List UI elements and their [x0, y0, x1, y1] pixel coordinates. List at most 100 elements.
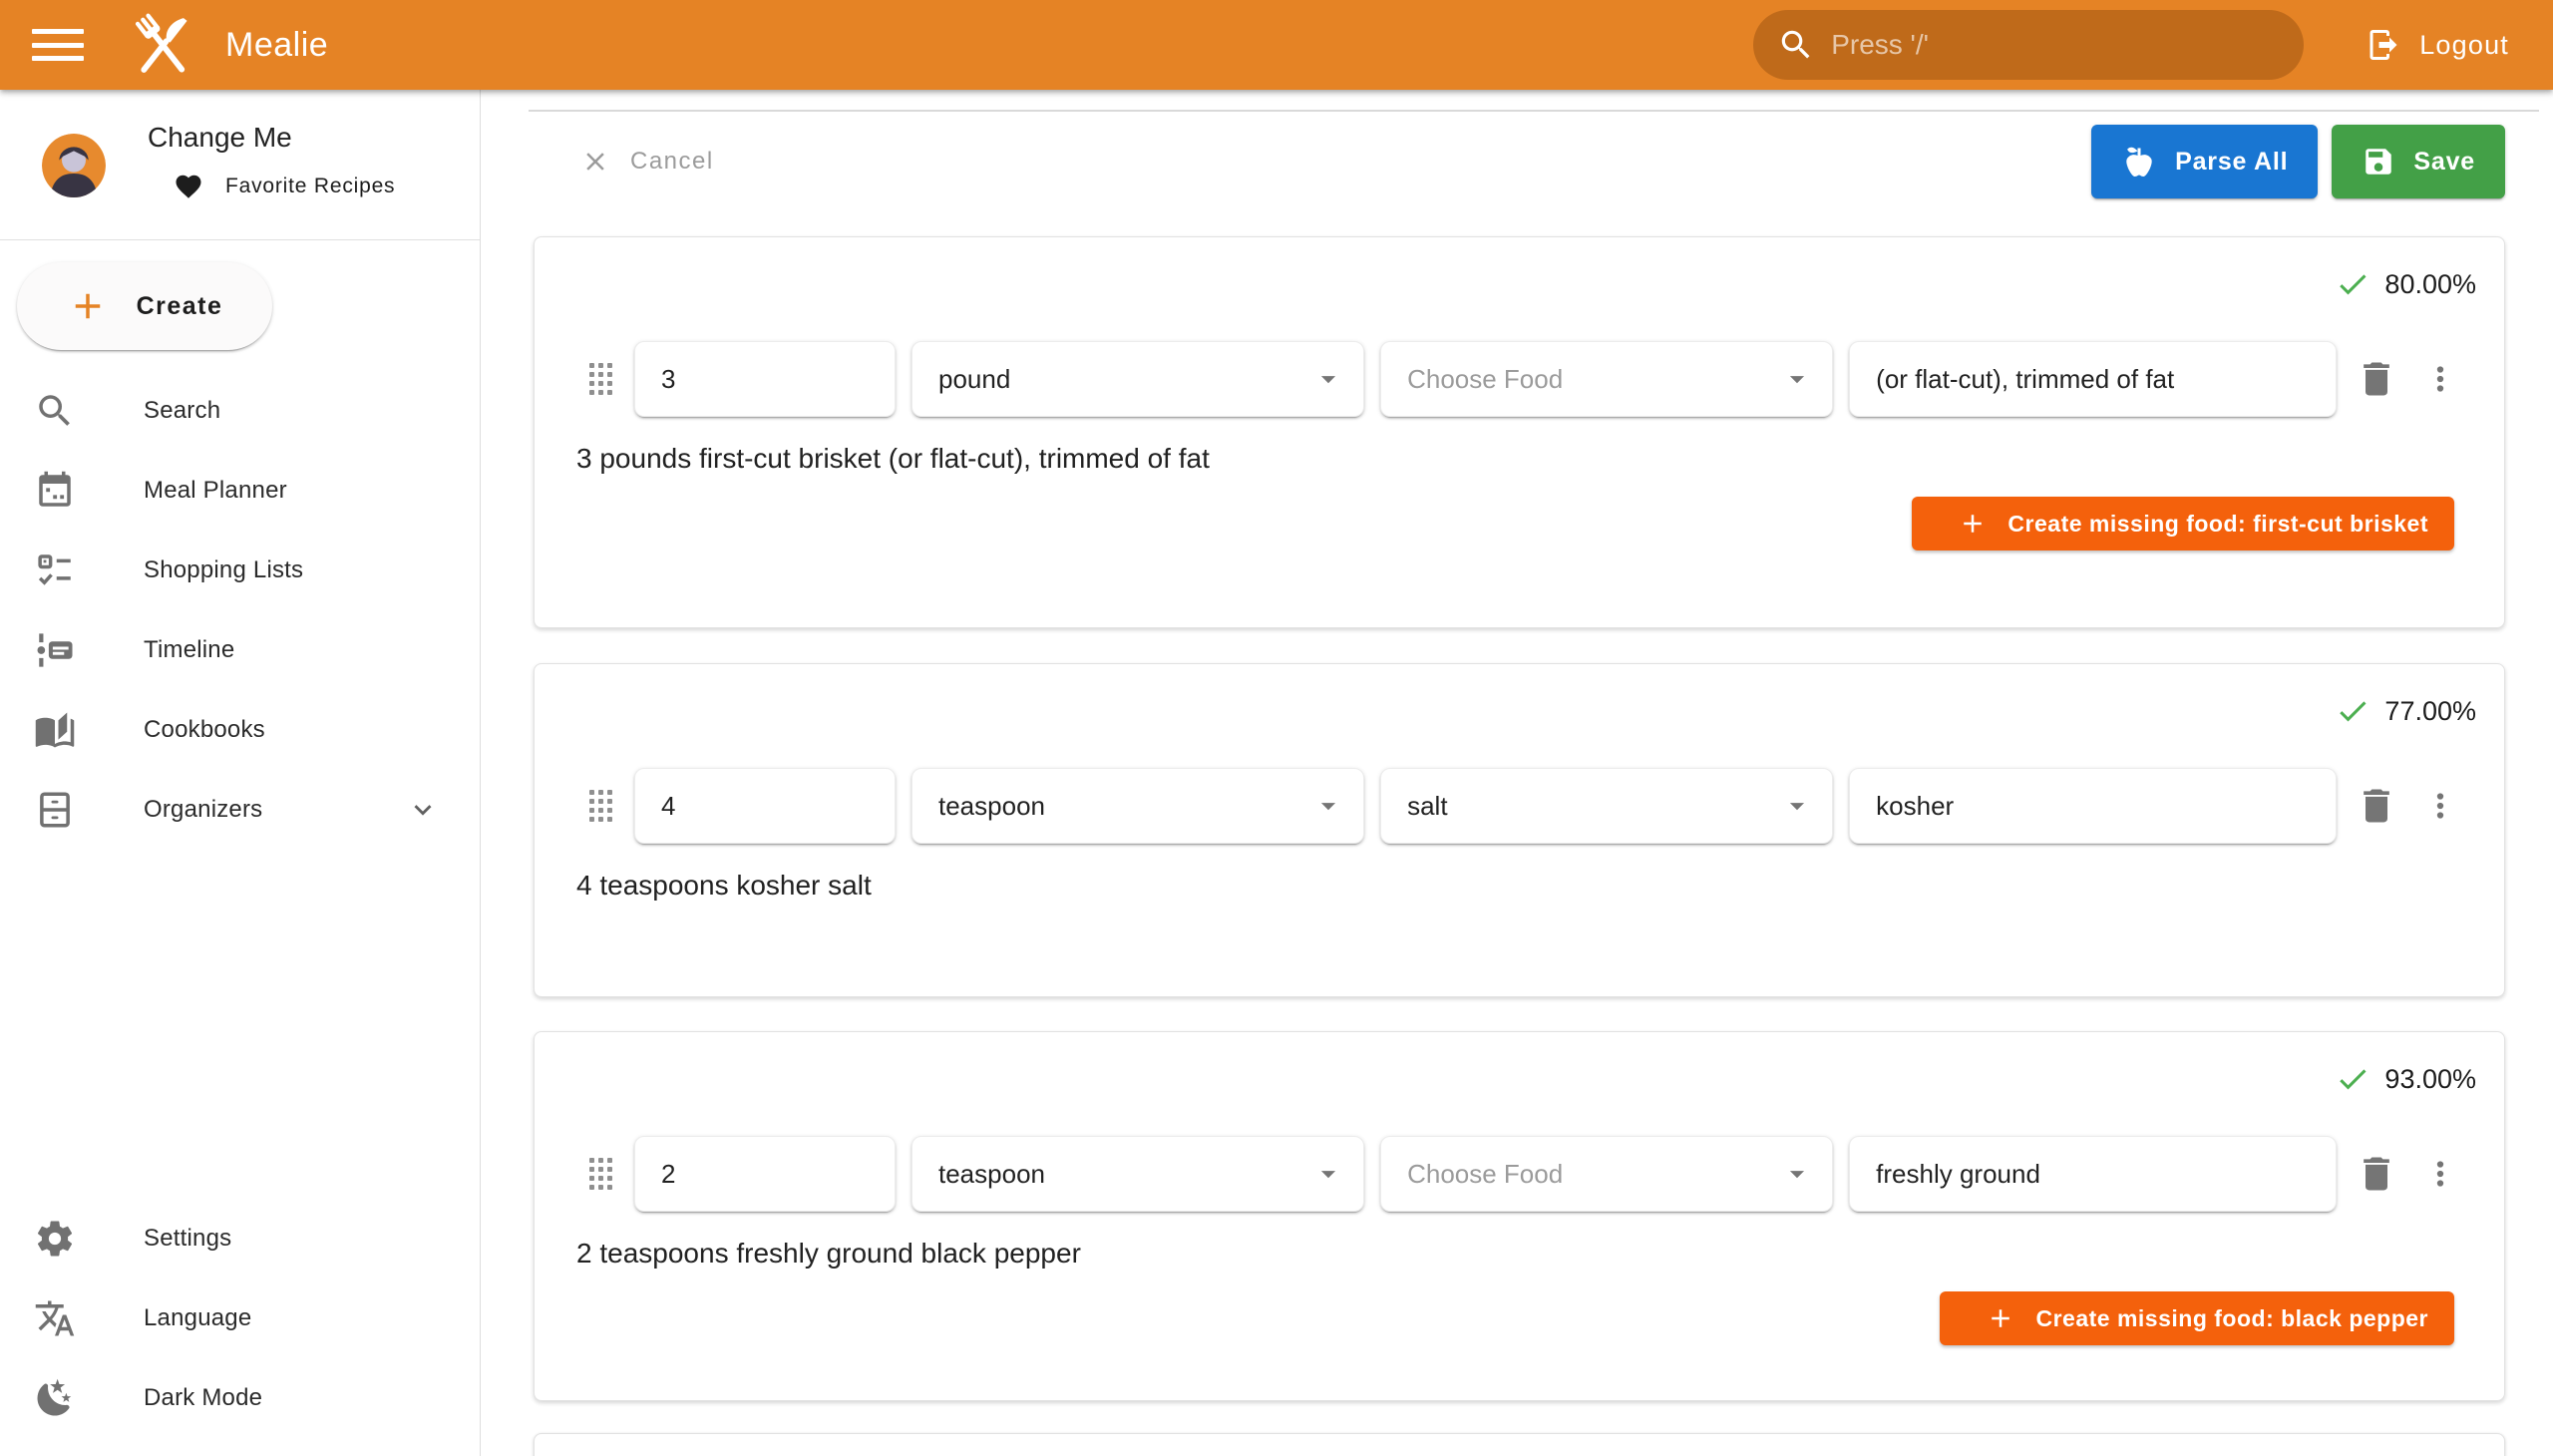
ingredient-menu-button[interactable]	[2416, 1146, 2464, 1202]
unit-select[interactable]: pound	[912, 341, 1364, 417]
ingredient-menu-button[interactable]	[2416, 778, 2464, 834]
menu-down-icon	[1311, 362, 1345, 396]
quantity-input[interactable]	[634, 341, 896, 417]
search-input[interactable]	[1831, 29, 2284, 61]
calendar-icon	[34, 470, 78, 512]
close-icon	[580, 147, 610, 177]
drag-handle[interactable]	[582, 1152, 618, 1196]
logout-label: Logout	[2419, 30, 2509, 61]
favorite-recipes-link[interactable]: Favorite Recipes	[152, 172, 395, 201]
drag-handle[interactable]	[582, 784, 618, 828]
kebab-menu-icon	[2421, 360, 2459, 398]
ingredient-card: 93.00% teaspoon Choose Food	[534, 1031, 2505, 1401]
food-select[interactable]: Choose Food	[1380, 341, 1833, 417]
plus-icon	[1986, 1303, 2015, 1333]
kebab-menu-icon	[2421, 1155, 2459, 1193]
food-select[interactable]: salt	[1380, 768, 1833, 844]
food-select-value: Choose Food	[1407, 1159, 1563, 1190]
ingredient-card: 77.00% teaspoon salt	[534, 663, 2505, 997]
translate-icon	[34, 1297, 78, 1339]
cancel-button[interactable]: Cancel	[560, 147, 714, 177]
note-input[interactable]	[1849, 1136, 2337, 1212]
chevron-down-icon[interactable]	[406, 793, 440, 827]
sidebar-item-organizers[interactable]: Organizers	[0, 770, 480, 850]
app-title[interactable]: Mealie	[225, 26, 328, 65]
plus-icon	[1958, 509, 1988, 539]
sidebar-item-label: Dark Mode	[144, 1384, 262, 1412]
quantity-input[interactable]	[634, 768, 896, 844]
gear-icon	[34, 1218, 78, 1260]
note-input[interactable]	[1849, 768, 2337, 844]
delete-ingredient-button[interactable]	[2353, 351, 2400, 407]
sidebar-item-search[interactable]: Search	[0, 371, 480, 451]
home-link[interactable]: Mealie	[124, 6, 328, 84]
editor-toolbar: Cancel Parse All Save	[481, 125, 2505, 198]
ingredient-menu-button[interactable]	[2416, 351, 2464, 407]
logout-icon	[2366, 27, 2401, 63]
user-block: Change Me Favorite Recipes	[0, 90, 480, 239]
original-ingredient-text: 3 pounds first-cut brisket (or flat-cut)…	[535, 443, 2504, 475]
sidebar-item-language[interactable]: Language	[0, 1278, 480, 1358]
plus-icon	[67, 285, 109, 327]
create-missing-food-button[interactable]: Create missing food: black pepper	[1940, 1291, 2454, 1345]
note-input[interactable]	[1849, 341, 2337, 417]
hamburger-menu-icon[interactable]	[30, 23, 88, 67]
quantity-input[interactable]	[634, 1136, 896, 1212]
original-ingredient-text: 2 teaspoons freshly ground black pepper	[535, 1238, 2504, 1270]
sidebar-item-dark-mode[interactable]: Dark Mode	[0, 1358, 480, 1438]
sidebar-divider	[0, 239, 480, 240]
check-icon	[2335, 1061, 2371, 1097]
kebab-menu-icon	[2421, 787, 2459, 825]
food-select[interactable]: Choose Food	[1380, 1136, 1833, 1212]
confidence-value: 77.00%	[2384, 696, 2476, 727]
check-icon	[2335, 266, 2371, 302]
timeline-icon	[34, 629, 78, 671]
search-icon	[1777, 26, 1815, 64]
sidebar-item-shopping-lists[interactable]: Shopping Lists	[0, 531, 480, 610]
create-missing-food-button[interactable]: Create missing food: first-cut brisket	[1912, 497, 2454, 550]
next-ingredient-card-partial	[534, 1433, 2505, 1456]
menu-down-icon	[1311, 789, 1345, 823]
menu-down-icon	[1780, 1157, 1814, 1191]
create-button[interactable]: Create	[17, 262, 272, 350]
sidebar-item-meal-planner[interactable]: Meal Planner	[0, 451, 480, 531]
save-label: Save	[2413, 148, 2475, 177]
delete-ingredient-button[interactable]	[2353, 778, 2400, 834]
food-select-value: Choose Food	[1407, 364, 1563, 395]
save-button[interactable]: Save	[2332, 125, 2505, 198]
unit-select[interactable]: teaspoon	[912, 768, 1364, 844]
sidebar-item-settings[interactable]: Settings	[0, 1199, 480, 1278]
ingredient-card: 80.00% pound Choose Food	[534, 236, 2505, 628]
menu-down-icon	[1311, 1157, 1345, 1191]
parse-all-button[interactable]: Parse All	[2091, 125, 2318, 198]
checklist-icon	[34, 549, 78, 591]
original-ingredient-text: 4 teaspoons kosher salt	[535, 870, 2504, 902]
avatar[interactable]	[42, 134, 106, 197]
ingredient-fields: teaspoon Choose Food	[535, 1136, 2504, 1212]
cancel-label: Cancel	[630, 148, 714, 176]
parse-all-label: Parse All	[2175, 148, 2288, 177]
trash-icon	[2355, 357, 2398, 401]
logout-button[interactable]: Logout	[2348, 27, 2509, 63]
parse-status: 77.00%	[535, 664, 2504, 728]
unit-select[interactable]: teaspoon	[912, 1136, 1364, 1212]
menu-down-icon	[1780, 362, 1814, 396]
drag-handle[interactable]	[582, 357, 618, 401]
confidence-value: 80.00%	[2384, 269, 2476, 300]
sidebar: Change Me Favorite Recipes Create Search…	[0, 90, 481, 1456]
app-header: Mealie Logout	[0, 0, 2553, 90]
delete-ingredient-button[interactable]	[2353, 1146, 2400, 1202]
favorite-recipes-label: Favorite Recipes	[225, 175, 395, 198]
sidebar-item-timeline[interactable]: Timeline	[0, 610, 480, 690]
sidebar-item-label: Search	[144, 397, 220, 425]
main-content: Cancel Parse All Save 80.00% pou	[481, 90, 2553, 1456]
search-bar[interactable]	[1753, 10, 2304, 80]
cabinet-icon	[34, 789, 78, 831]
unit-select-value: teaspoon	[938, 791, 1045, 822]
sidebar-bottom-nav: Settings Language Dark Mode	[0, 1199, 480, 1438]
ingredient-fields: pound Choose Food	[535, 341, 2504, 417]
user-name: Change Me	[148, 122, 292, 154]
sidebar-item-label: Organizers	[144, 796, 262, 824]
sidebar-item-cookbooks[interactable]: Cookbooks	[0, 690, 480, 770]
heart-icon	[174, 172, 203, 201]
